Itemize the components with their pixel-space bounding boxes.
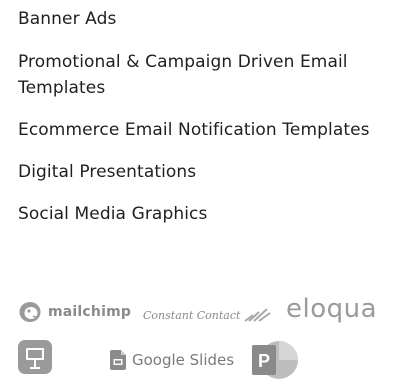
service-digital-presentations: Digital Presentations	[18, 162, 197, 182]
google-slides-icon	[110, 350, 126, 370]
keynote-logo	[18, 340, 52, 378]
eloqua-logo: eloqua	[286, 294, 377, 324]
eloqua-wordmark: eloqua	[286, 294, 378, 324]
google-slides-logo: Google Slides	[110, 350, 234, 370]
service-banner-ads: Banner Ads	[18, 9, 117, 29]
presentation-apps: Google Slides P	[18, 338, 388, 382]
constant-contact-wordmark: Constant Contact	[143, 308, 241, 322]
service-social-media-graphics: Social Media Graphics	[18, 204, 208, 224]
constant-contact-logo: Constant Contact	[143, 307, 272, 323]
mailchimp-icon	[19, 302, 41, 322]
google-slides-wordmark: Google Slides	[132, 351, 235, 369]
service-promotional-email: Promotional & Campaign Driven Email Temp…	[18, 52, 348, 98]
powerpoint-logo: P	[251, 340, 299, 384]
keynote-icon	[18, 340, 52, 374]
mailchimp-logo: mailchimp	[18, 300, 131, 324]
mailchimp-wordmark: mailchimp	[48, 304, 132, 320]
page: Banner Ads Promotional & Campaign Driven…	[0, 0, 394, 386]
services-list: Banner Ads Promotional & Campaign Driven…	[18, 6, 388, 243]
svg-text:P: P	[258, 351, 270, 371]
constant-contact-swoosh-icon	[244, 308, 272, 322]
platform-logos: mailchimp Constant Contact eloqua	[18, 294, 388, 336]
service-ecommerce-email: Ecommerce Email Notification Templates	[18, 120, 370, 140]
powerpoint-icon: P	[252, 341, 298, 379]
